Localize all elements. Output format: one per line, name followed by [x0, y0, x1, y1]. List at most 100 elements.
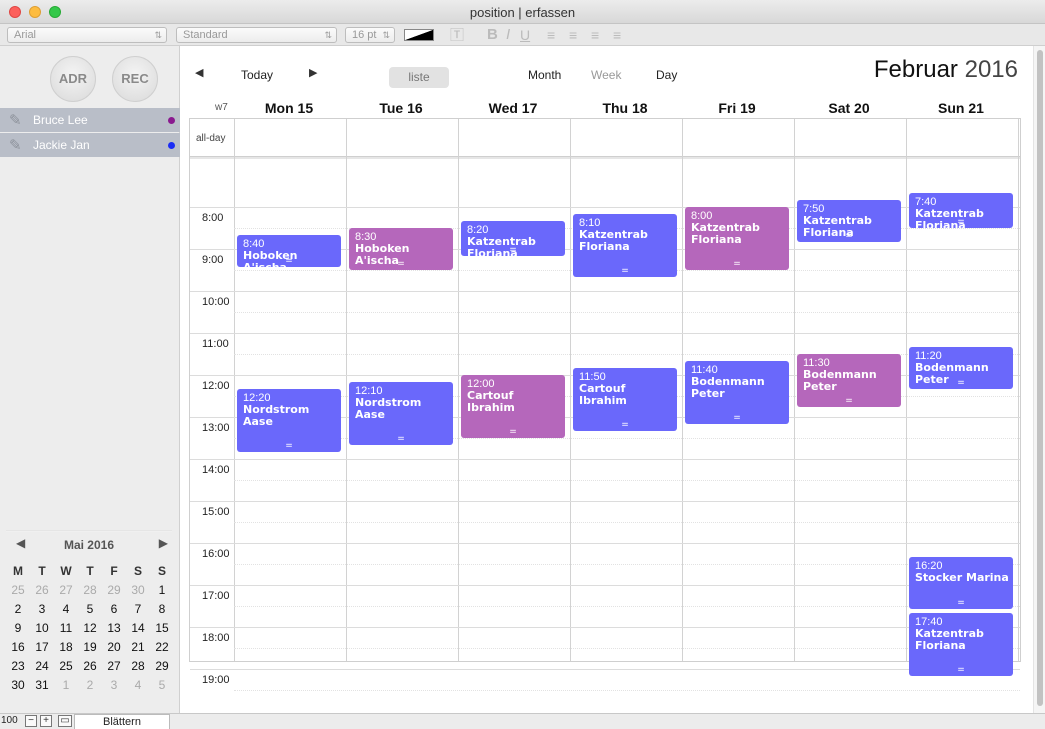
mini-calendar-day[interactable]: 4 [126, 676, 150, 695]
event-resize-handle[interactable]: = [797, 231, 901, 241]
mini-calendar-day[interactable]: 14 [126, 619, 150, 638]
event-resize-handle[interactable]: = [237, 441, 341, 451]
calendar-event[interactable]: 11:50 Cartouf Ibrahim = [573, 367, 677, 431]
calendar-event[interactable]: 8:40Hoboken A'ischa= [237, 235, 341, 267]
calendar-event[interactable]: 7:40 Katzentrab Floriana = [909, 193, 1013, 228]
mini-calendar-day[interactable]: 8 [150, 600, 174, 619]
color-well[interactable] [404, 29, 434, 41]
mini-calendar-day[interactable]: 7 [126, 600, 150, 619]
mini-calendar-day[interactable]: 28 [126, 657, 150, 676]
mini-calendar-day[interactable]: 10 [30, 619, 54, 638]
underline-icon[interactable]: U [520, 27, 530, 43]
mini-calendar-day[interactable]: 27 [54, 581, 78, 600]
day-view-button[interactable]: Day [656, 68, 677, 82]
day-header[interactable]: Tue 16 [345, 100, 457, 116]
mini-calendar-day[interactable]: 5 [78, 600, 102, 619]
mini-calendar-day[interactable]: 1 [54, 676, 78, 695]
mini-calendar-day[interactable]: 22 [150, 638, 174, 657]
event-resize-handle[interactable]: = [349, 435, 453, 444]
zoom-in-icon[interactable]: + [40, 715, 52, 727]
rec-button[interactable]: REC [112, 56, 158, 102]
calendar-event[interactable]: 16:20 Stocker Marina = [909, 556, 1013, 610]
calendar-event[interactable]: 12:10 Nordstrom Aase = [349, 382, 453, 446]
mini-calendar-day[interactable]: 23 [6, 657, 30, 676]
calendar-event[interactable]: 11:30 Bodenmann Peter = [797, 354, 901, 407]
calendar-event[interactable]: 7:50 Katzentrab Floriana = [797, 199, 901, 242]
mini-calendar-day[interactable]: 11 [54, 619, 78, 638]
align-right-icon[interactable]: ≡ [591, 27, 599, 43]
layout-toggle-icon[interactable]: ▭ [58, 715, 72, 727]
align-justify-icon[interactable]: ≡ [613, 27, 621, 43]
mini-calendar-day[interactable]: 1 [150, 581, 174, 600]
mini-calendar-day[interactable]: 27 [102, 657, 126, 676]
pencil-icon[interactable]: ✎ [9, 136, 22, 154]
previous-week-icon[interactable]: ◀ [195, 66, 203, 79]
text-style-icon[interactable]: 🅃 [450, 27, 464, 43]
bold-icon[interactable]: B [487, 27, 498, 43]
mini-calendar-day[interactable]: 28 [78, 581, 102, 600]
blaettern-tab[interactable]: Blättern [74, 714, 170, 729]
event-resize-handle[interactable]: = [685, 260, 789, 269]
calendar-event[interactable]: 8:20 Katzentrab Floriana = [461, 220, 565, 257]
event-resize-handle[interactable]: = [573, 420, 677, 430]
mini-calendar-day[interactable]: 19 [78, 638, 102, 657]
day-header[interactable]: Fri 19 [681, 100, 793, 116]
event-resize-handle[interactable]: = [797, 396, 901, 406]
next-week-icon[interactable]: ▶ [309, 66, 317, 79]
event-resize-handle[interactable]: = [461, 246, 565, 255]
mini-calendar-day[interactable]: 17 [30, 638, 54, 657]
mini-calendar-day[interactable]: 18 [54, 638, 78, 657]
mini-calendar-day[interactable]: 30 [126, 581, 150, 600]
person-item-bruce-lee[interactable]: ✎ Bruce Lee [0, 108, 180, 132]
calendar-event[interactable]: 8:00 Katzentrab Floriana = [685, 207, 789, 270]
mini-calendar-day[interactable]: 24 [30, 657, 54, 676]
mini-calendar-day[interactable]: 16 [6, 638, 30, 657]
calendar-event[interactable]: 11:20 Bodenmann Peter = [909, 346, 1013, 389]
zoom-out-icon[interactable]: − [25, 715, 37, 727]
scrollbar-thumb[interactable] [1037, 50, 1043, 706]
mini-calendar-day[interactable]: 30 [6, 676, 30, 695]
calendar-event[interactable]: 11:40 Bodenmann Peter = [685, 361, 789, 425]
mini-calendar-day[interactable]: 26 [30, 581, 54, 600]
day-header[interactable]: Sun 21 [905, 100, 1017, 116]
calendar-event[interactable]: 8:30 Hoboken A'ischa = [349, 228, 453, 270]
align-center-icon[interactable]: ≡ [569, 27, 577, 43]
pencil-icon[interactable]: ✎ [9, 111, 22, 129]
adr-button[interactable]: ADR [50, 56, 96, 102]
mini-calendar-day[interactable]: 9 [6, 619, 30, 638]
align-left-icon[interactable]: ≡ [547, 27, 555, 43]
mini-calendar-day[interactable]: 2 [78, 676, 102, 695]
mini-calendar-day[interactable]: 5 [150, 676, 174, 695]
month-view-button[interactable]: Month [528, 68, 561, 82]
mini-calendar-day[interactable]: 13 [102, 619, 126, 638]
mini-calendar-day[interactable]: 25 [6, 581, 30, 600]
day-header[interactable]: Wed 17 [457, 100, 569, 116]
event-resize-handle[interactable]: = [573, 267, 677, 276]
week-view-button[interactable]: Week [591, 68, 621, 82]
event-resize-handle[interactable]: = [909, 666, 1013, 675]
italic-icon[interactable]: I [506, 27, 510, 43]
mini-calendar-day[interactable]: 29 [102, 581, 126, 600]
calendar-event[interactable]: 12:00 Cartouf Ibrahim = [461, 375, 565, 438]
style-select[interactable]: Standard ⇅ [176, 27, 337, 43]
calendar-event[interactable]: 8:10 Katzentrab Floriana = [573, 214, 677, 278]
week-grid[interactable]: all-day 8:00 9:00 10:00 11:00 12:00 13:00 14:0… [189, 118, 1021, 691]
event-resize-handle[interactable]: = [909, 599, 1013, 608]
size-select[interactable]: 16 pt ⇅ [345, 27, 395, 43]
mini-calendar-day[interactable]: 25 [54, 657, 78, 676]
mini-calendar-day[interactable]: 3 [102, 676, 126, 695]
liste-button[interactable]: liste [389, 67, 449, 88]
event-resize-handle[interactable]: = [909, 217, 1013, 227]
mini-calendar-day[interactable]: 3 [30, 600, 54, 619]
day-header[interactable]: Mon 15 [233, 100, 345, 116]
vertical-scrollbar[interactable] [1033, 46, 1045, 713]
mini-calendar-day[interactable]: 21 [126, 638, 150, 657]
event-resize-handle[interactable]: = [349, 260, 453, 269]
font-select[interactable]: Arial ⇅ [7, 27, 167, 43]
event-resize-handle[interactable]: = [685, 414, 789, 423]
mini-calendar-day[interactable]: 6 [102, 600, 126, 619]
calendar-event[interactable]: 12:20 Nordstrom Aase = [237, 388, 341, 452]
mini-calendar-day[interactable]: 2 [6, 600, 30, 619]
calendar-event[interactable]: 17:40 Katzentrab Floriana = [909, 613, 1013, 677]
mini-calendar-day[interactable]: 4 [54, 600, 78, 619]
